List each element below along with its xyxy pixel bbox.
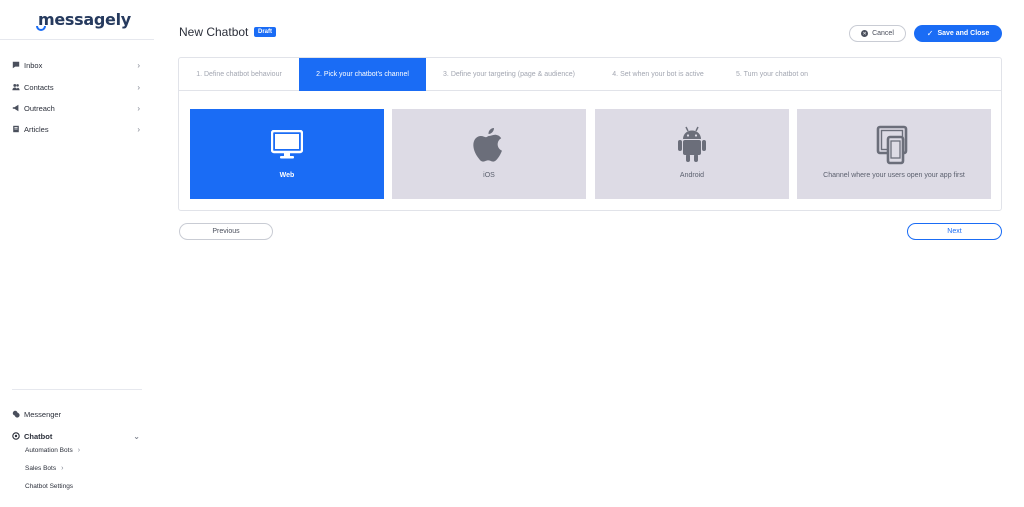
step-label: 1. Define chatbot behaviour xyxy=(196,71,282,78)
chevron-right-icon: › xyxy=(137,103,140,113)
channel-label: iOS xyxy=(483,172,495,179)
channel-label: Web xyxy=(279,172,295,179)
chevron-right-icon: › xyxy=(61,465,64,472)
channel-label: Android xyxy=(679,172,705,179)
next-label: Next xyxy=(947,228,962,235)
chatbot-icon xyxy=(12,432,20,440)
sidebar-divider xyxy=(12,389,142,390)
logo-smile-icon xyxy=(36,26,46,31)
channel-card-android[interactable]: Android xyxy=(595,109,789,199)
sidebar-item-messenger[interactable]: Messenger xyxy=(12,406,142,422)
book-icon xyxy=(13,125,19,133)
step-pick-channel[interactable]: 2. Pick your chatbot's channel xyxy=(299,58,426,91)
step-turn-on[interactable]: 5. Turn your chatbot on xyxy=(727,58,817,91)
wizard-panel: 1. Define chatbot behaviour 2. Pick your… xyxy=(178,57,1002,211)
chat-bubble-icon xyxy=(12,61,20,69)
sidebar-subitem-label: Sales Bots xyxy=(25,465,57,472)
next-button[interactable]: Next xyxy=(907,223,1002,240)
status-badge: Draft xyxy=(254,27,277,37)
sidebar-item-label: Articles xyxy=(24,124,49,134)
android-icon xyxy=(672,125,712,165)
channel-card-web[interactable]: Web xyxy=(190,109,384,199)
monitor-icon xyxy=(267,125,307,165)
sidebar-item-articles[interactable]: Articles › xyxy=(12,121,142,137)
sidebar-item-chatbot[interactable]: Chatbot ⌄ xyxy=(12,428,142,444)
sidebar-subitem-sales-bots[interactable]: Sales Bots › xyxy=(25,465,63,472)
channel-label: Channel where your users open your app f… xyxy=(823,172,965,179)
sidebar-item-label: Contacts xyxy=(24,82,54,92)
save-label: Save and Close xyxy=(937,30,990,37)
sidebar-subitem-label: Automation Bots xyxy=(25,447,73,454)
page-title: New Chatbot xyxy=(179,25,249,39)
sidebar-item-label: Inbox xyxy=(24,60,43,70)
previous-button[interactable]: Previous xyxy=(179,223,273,240)
chevron-right-icon: › xyxy=(137,124,140,134)
step-label: 3. Define your targeting (page & audienc… xyxy=(443,71,575,78)
close-icon: ✕ xyxy=(861,30,869,37)
sidebar-item-label: Chatbot xyxy=(24,431,53,441)
channel-card-app-first[interactable]: Channel where your users open your app f… xyxy=(797,109,991,199)
sidebar-divider xyxy=(0,39,154,40)
sidebar-subitem-chatbot-settings[interactable]: Chatbot Settings xyxy=(25,483,73,490)
chevron-down-icon: ⌄ xyxy=(133,431,140,441)
sidebar-item-outreach[interactable]: Outreach › xyxy=(12,100,142,116)
apple-icon xyxy=(469,125,509,165)
megaphone-icon xyxy=(12,104,19,112)
devices-icon xyxy=(874,125,914,165)
step-define-targeting[interactable]: 3. Define your targeting (page & audienc… xyxy=(430,58,588,91)
app-logo[interactable]: messagely xyxy=(38,10,131,29)
previous-label: Previous xyxy=(212,228,240,235)
step-label: 5. Turn your chatbot on xyxy=(736,71,808,78)
sidebar-item-label: Messenger xyxy=(24,409,62,419)
people-icon xyxy=(12,83,20,91)
sidebar-item-inbox[interactable]: Inbox › xyxy=(12,57,142,73)
step-set-active-time[interactable]: 4. Set when your bot is active xyxy=(603,58,713,91)
step-label: 4. Set when your bot is active xyxy=(612,71,704,78)
chevron-right-icon: › xyxy=(137,82,140,92)
sidebar-subitem-automation-bots[interactable]: Automation Bots › xyxy=(25,447,80,454)
save-and-close-button[interactable]: ✓ Save and Close xyxy=(914,25,1002,42)
cancel-label: Cancel xyxy=(872,30,894,37)
step-define-behaviour[interactable]: 1. Define chatbot behaviour xyxy=(179,58,299,91)
messenger-icon xyxy=(12,410,20,418)
sidebar-subitem-label: Chatbot Settings xyxy=(25,483,74,490)
channel-card-ios[interactable]: iOS xyxy=(392,109,586,199)
checkmark-icon: ✓ xyxy=(926,29,934,38)
wizard-steps: 1. Define chatbot behaviour 2. Pick your… xyxy=(179,58,1001,91)
sidebar: messagely Inbox › Contacts › Outreach › … xyxy=(0,0,154,507)
sidebar-item-label: Outreach xyxy=(24,103,55,113)
cancel-button[interactable]: ✕ Cancel xyxy=(849,25,906,42)
chevron-right-icon: › xyxy=(77,447,81,454)
sidebar-item-contacts[interactable]: Contacts › xyxy=(12,79,142,95)
step-label: 2. Pick your chatbot's channel xyxy=(316,71,409,78)
chevron-right-icon: › xyxy=(137,60,140,70)
